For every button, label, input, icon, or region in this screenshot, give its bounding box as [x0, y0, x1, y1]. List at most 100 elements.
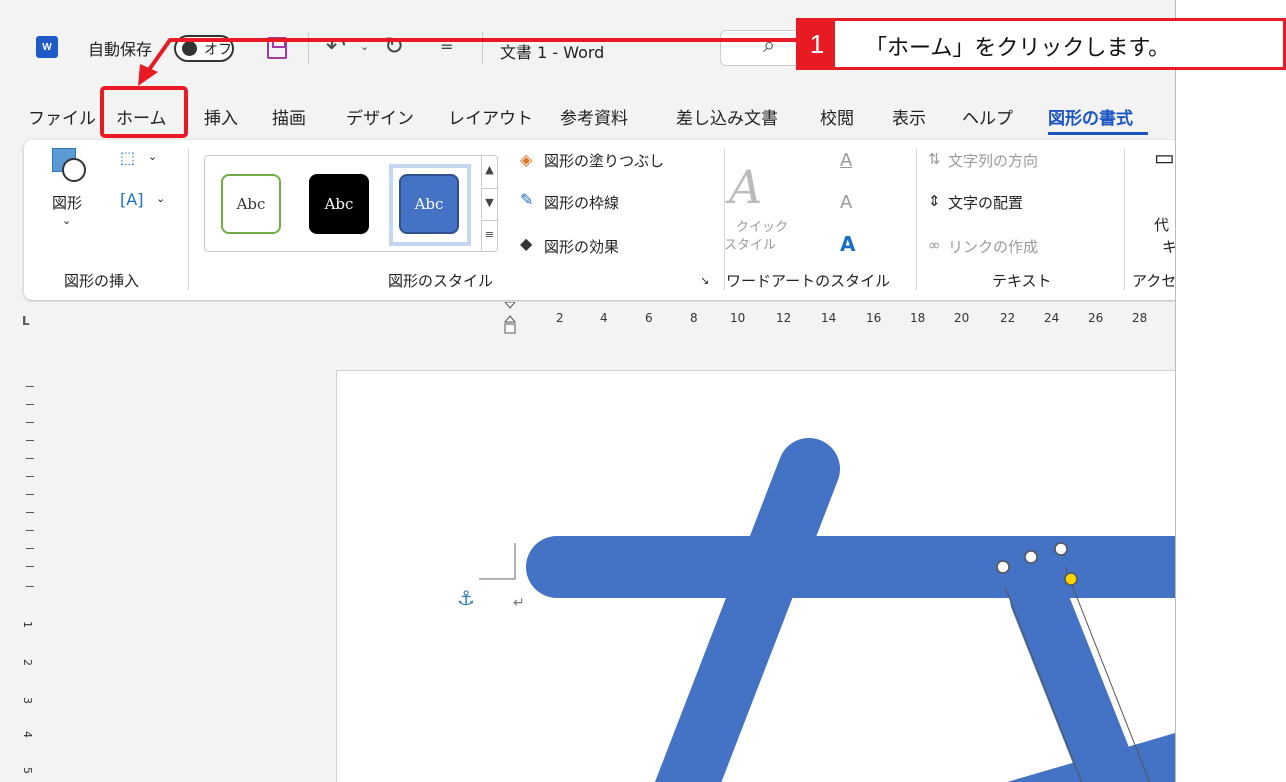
instruction-text: 「ホーム」をクリックします。	[865, 36, 1171, 61]
align-text-icon: ⇕	[928, 192, 941, 210]
divider	[308, 32, 309, 64]
divider	[482, 32, 483, 64]
tab-layout[interactable]: レイアウト	[448, 104, 533, 129]
undo-dropdown-caret[interactable]: ⌄	[360, 40, 369, 53]
tab-shape-format[interactable]: 図形の書式	[1048, 104, 1133, 129]
ruler-number: 28	[1132, 311, 1148, 325]
tab-design[interactable]: デザイン	[346, 104, 414, 129]
shape-styles-group-label: 図形のスタイル	[388, 272, 494, 290]
text-effects-icon[interactable]: A	[840, 232, 855, 256]
effects-icon: ◆	[520, 234, 533, 253]
diagonal-shape-bar[interactable]	[654, 438, 840, 782]
text-fill-icon[interactable]: A	[840, 150, 852, 171]
alt-text-label-1[interactable]: 代	[1154, 214, 1169, 235]
paragraph-mark-icon: ↵	[513, 595, 525, 611]
anchor-icon: ⚓	[457, 586, 475, 610]
document-title: 文書 1 - Word	[500, 43, 605, 62]
ruler-number: 18	[910, 311, 926, 325]
ruler-number: 2	[21, 659, 34, 666]
ruler-number: 3	[21, 697, 34, 704]
text-group-label: テキスト	[992, 272, 1052, 290]
ruler-tick	[26, 494, 34, 495]
document-page[interactable]: ⚓ ↵	[336, 370, 1175, 782]
search-icon: ⌕	[763, 33, 776, 58]
gallery-more-icon[interactable]: ≡	[481, 220, 497, 250]
dialog-launcher-icon[interactable]: ↘	[700, 274, 709, 287]
chevron-down-icon[interactable]: ⌄	[62, 214, 71, 227]
tab-view[interactable]: 表示	[892, 104, 926, 129]
ruler-number: 5	[21, 767, 34, 774]
ruler-tick	[26, 530, 34, 531]
undo-icon[interactable]: ↶	[326, 32, 346, 60]
autosave-state: オフ	[204, 42, 232, 58]
ruler-tick	[26, 566, 34, 567]
redo-icon[interactable]: ↻	[384, 32, 404, 60]
align-text-button[interactable]: 文字の配置	[948, 192, 1023, 213]
word-logo-icon: W	[36, 36, 58, 58]
pen-icon: ✎	[520, 190, 534, 209]
ruler-number: 6	[645, 311, 653, 325]
ruler-tick	[26, 512, 34, 513]
resize-handle[interactable]	[996, 560, 1010, 574]
tab-draw[interactable]: 描画	[272, 104, 306, 129]
ruler-number: 24	[1044, 311, 1060, 325]
group-divider	[1124, 148, 1125, 290]
shapes-label: 図形	[52, 194, 83, 212]
tab-insert[interactable]: 挿入	[204, 104, 238, 129]
adjust-handle[interactable]	[1064, 572, 1078, 586]
resize-handle[interactable]	[1024, 550, 1038, 564]
gallery-scroll-up-icon[interactable]: ▲	[481, 156, 497, 186]
ruler-number: 4	[600, 311, 608, 325]
quick-styles-label-2[interactable]: スタイル	[724, 234, 776, 253]
insert-shapes-group-label: 図形の挿入	[64, 272, 140, 290]
style-swatch-outline-green[interactable]: Abc	[221, 174, 281, 234]
quick-styles-label-1[interactable]: クイック	[736, 216, 788, 235]
tab-help[interactable]: ヘルプ	[962, 104, 1013, 129]
active-tab-underline	[1048, 132, 1148, 135]
wordart-group-label: ワードアートのスタイル	[726, 272, 891, 290]
tab-selector[interactable]: L	[22, 314, 30, 328]
ruler-tick	[26, 386, 34, 387]
ruler-number: 2	[556, 311, 564, 325]
shapes-button[interactable]	[52, 148, 88, 184]
document-canvas: ⚓ ↵	[457, 438, 1175, 782]
text-direction-icon: ⇅	[928, 150, 941, 168]
autosave-toggle[interactable]: オフ	[174, 35, 234, 62]
gallery-scroll-down-icon[interactable]: ▼	[481, 188, 497, 218]
shape-outline-button[interactable]: 図形の枠線	[544, 192, 619, 213]
shape-effects-button[interactable]: 図形の効果	[544, 236, 619, 257]
instruction-callout: 1 「ホーム」をクリックします。	[796, 18, 1286, 70]
toggle-knob	[182, 41, 197, 56]
style-swatch-blue[interactable]: Abc	[399, 174, 459, 234]
chevron-down-icon[interactable]: ⌄	[156, 192, 165, 205]
horizontal-ruler: L 2 4 6 8 10 12 14 16 18 20 22 24 26 28	[0, 302, 1175, 338]
paint-bucket-icon: ◈	[520, 150, 533, 169]
tab-review[interactable]: 校閲	[820, 104, 854, 129]
customize-toolbar-icon[interactable]: =	[440, 37, 453, 56]
alt-text-icon: ▭	[1154, 146, 1175, 171]
chevron-down-icon[interactable]: ⌄	[148, 150, 157, 163]
circle-icon	[62, 158, 86, 182]
alt-text-label-2[interactable]: キ	[1162, 236, 1175, 257]
tab-file[interactable]: ファイル	[28, 104, 96, 129]
ribbon-panel: 図形 ⌄ ⬚ ⌄ [A] ⌄ 図形の挿入 Abc Abc Abc ▲ ▼ ≡ ◈…	[24, 140, 1175, 300]
text-box-icon[interactable]: [A]	[120, 190, 143, 209]
tab-mailings[interactable]: 差し込み文書	[676, 104, 778, 129]
create-link-button[interactable]: リンクの作成	[948, 236, 1038, 257]
text-outline-icon[interactable]: A	[840, 192, 852, 213]
tab-references[interactable]: 参考資料	[560, 104, 628, 129]
text-direction-button[interactable]: 文字列の方向	[948, 150, 1038, 171]
quick-styles-icon: A	[729, 160, 763, 214]
ruler-number: 4	[21, 731, 34, 738]
save-icon[interactable]	[267, 37, 287, 59]
autosave-label: 自動保存	[88, 40, 153, 59]
ruler-number: 1	[21, 621, 34, 628]
resize-handle[interactable]	[1054, 542, 1068, 556]
indent-marker-icon[interactable]	[504, 302, 516, 338]
shape-fill-button[interactable]: 図形の塗りつぶし	[544, 150, 664, 171]
ruler-tick	[26, 440, 34, 441]
style-swatch-black[interactable]: Abc	[309, 174, 369, 234]
edit-shape-icon[interactable]: ⬚	[120, 148, 135, 167]
vertical-ruler: 1 2 3 4 5	[18, 380, 42, 782]
group-divider	[916, 148, 917, 290]
